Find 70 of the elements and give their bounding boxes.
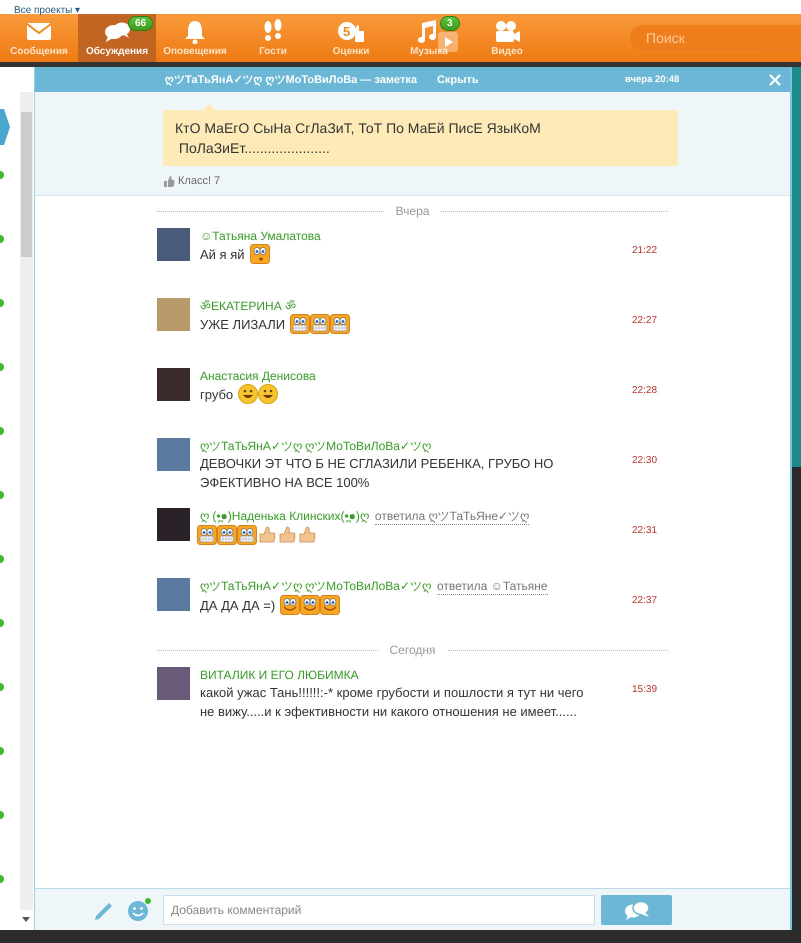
avatar-photo — [157, 578, 190, 611]
comment-time: 22:30 — [632, 455, 658, 468]
note-text: КтО МаЕгО СыНа СгЛаЗиТ, ТоТ По МаЕй ПисЕ ЯзыКоМ ПоЛаЗиЕт...................... — [163, 110, 678, 166]
thumbs-up-icon — [297, 525, 317, 545]
count-badge: 66 — [128, 16, 154, 31]
nav-tab[interactable]: Гости — [234, 14, 312, 62]
comment-text: какой ужас Тань!!!!!!:-* кроме грубости и пошлости я тут ни чего не вижу.....и к эфективности ни какого отношения не имеет...... — [200, 684, 584, 721]
projects-link[interactable]: Все проекты ▾ — [14, 4, 80, 17]
grinning-emoticon-icon — [330, 314, 350, 334]
smiling-face-icon — [258, 384, 278, 404]
smiling-face-icon — [238, 384, 258, 404]
comment-time: 15:39 — [632, 684, 658, 697]
nav-tab[interactable]: Музыка 3 — [390, 14, 468, 62]
close-icon[interactable] — [768, 73, 782, 87]
avatar-photo — [157, 298, 190, 331]
nav-tab[interactable]: 5 Оценки — [312, 14, 390, 62]
comment-text: ДЕВОЧКИ ЭТ ЧТО Б НЕ СГЛАЗИЛИ РЕБЕНКА, ГРУБО НО ЭФЕКТИВНО НА ВСЕ 100% — [200, 455, 554, 492]
happy-emoticon-icon — [320, 595, 340, 615]
comment-time: 22:27 — [632, 315, 658, 328]
nav-tab[interactable]: Видео — [468, 14, 546, 62]
scroll-down-icon[interactable] — [22, 917, 30, 922]
comment-time: 22:37 — [632, 595, 658, 608]
avatar-photo — [157, 368, 190, 401]
smiley-icon[interactable] — [127, 898, 151, 922]
hide-link[interactable]: Скрыть — [436, 74, 479, 86]
avatar-photo — [157, 667, 190, 700]
like-count[interactable]: Класс! 7 — [178, 175, 220, 187]
comment-time: 22:31 — [632, 525, 658, 538]
author-name[interactable]: ВИТАЛИК И ЕГО ЛЮБИМКА — [200, 667, 359, 683]
surprised-emoticon-icon — [250, 244, 270, 264]
search-field[interactable]: Поиск — [630, 25, 801, 51]
date-separator: Сегодня — [390, 643, 436, 657]
nav-tab[interactable]: Оповещения — [156, 14, 234, 62]
comment-text: УЖЕ ЛИЗАЛИ — [200, 316, 286, 334]
thumbs-up-icon — [257, 525, 277, 545]
note-time: вчера 20:48 — [625, 74, 680, 85]
like-thumb-icon — [163, 176, 175, 186]
author-name[interactable]: ღツТаТьЯнА✓ツღ ღツМоТоВиЛоВа✓ツღ — [200, 578, 431, 595]
nav-tab[interactable]: Обсуждения 66 — [78, 14, 156, 62]
date-separator: Вчера — [396, 204, 430, 218]
author-name[interactable]: Анастасия Денисова — [200, 368, 316, 384]
grinning-emoticon-icon — [197, 525, 217, 545]
comment-text: грубо — [200, 386, 234, 404]
grinning-emoticon-icon — [237, 525, 257, 545]
grinning-emoticon-icon — [310, 314, 330, 334]
comment-time: 21:22 — [632, 245, 658, 258]
comment-time: 22:28 — [632, 385, 658, 398]
comment-text: ДА ДА ДА =) — [200, 596, 276, 614]
happy-emoticon-icon — [300, 595, 320, 615]
author-name[interactable]: ॐЕКАТЕРИНА ॐ — [200, 298, 296, 314]
author-name[interactable]: ☺Татьяна Умалатова — [200, 228, 321, 244]
reply-link[interactable]: ответила ღツТаТьЯне✓ツღ — [374, 508, 530, 525]
scrollbar[interactable] — [20, 92, 33, 910]
comment-text: Ай я яй — [200, 246, 244, 264]
author-name[interactable]: ღ (•̪●)Наденька Клинских(•̪●)ღ — [200, 508, 369, 525]
avatar-photo — [157, 508, 190, 541]
count-badge: 3 — [440, 16, 460, 31]
avatar-photo — [157, 228, 190, 261]
grinning-emoticon-icon — [217, 525, 237, 545]
comment-input[interactable]: Добавить комментарий — [163, 894, 595, 924]
thumbs-up-icon — [277, 525, 297, 545]
note-title: ღツТаТьЯнА✓ツღ ღツМоТоВиЛоВа — заметка — [165, 73, 417, 87]
author-name[interactable]: ღツТаТьЯнА✓ツღ ღツМоТоВиЛоВа✓ツღ — [200, 438, 431, 454]
nav-tab[interactable]: Сообщения — [0, 14, 78, 62]
send-button[interactable] — [601, 894, 672, 924]
avatar-photo — [157, 438, 190, 471]
grinning-emoticon-icon — [290, 314, 310, 334]
side-arrow-icon[interactable] — [0, 109, 10, 145]
happy-emoticon-icon — [280, 595, 300, 615]
reply-link[interactable]: ответила ☺Татьяне — [436, 578, 548, 595]
